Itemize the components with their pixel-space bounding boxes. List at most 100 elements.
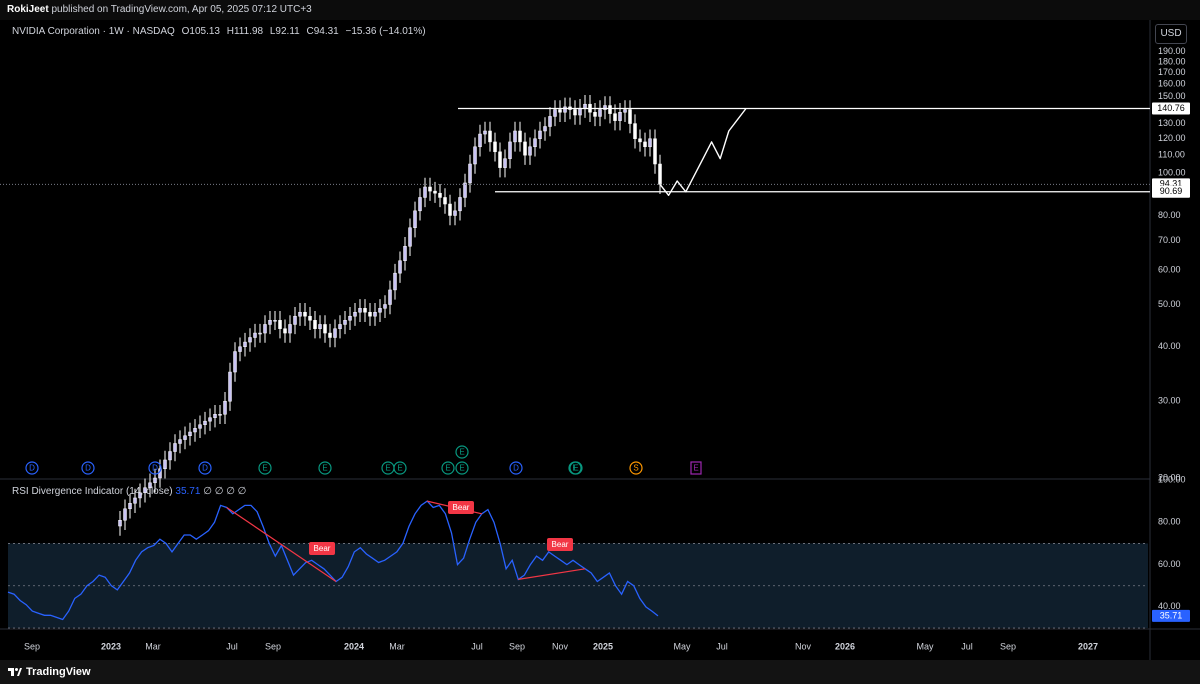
candle-body	[198, 424, 202, 429]
time-tick-label: 2023	[101, 641, 121, 651]
tradingview-logo-icon[interactable]	[8, 665, 22, 679]
candle-body	[183, 435, 187, 440]
footer-brand[interactable]: TradingView	[26, 660, 91, 684]
price-label: 140.76	[1157, 103, 1185, 113]
time-tick-label: Nov	[795, 641, 812, 651]
currency-button[interactable]: USD	[1155, 24, 1187, 44]
time-tick-label: May	[673, 641, 691, 651]
event-marker-letter: E	[385, 464, 390, 473]
time-tick-label: Jul	[716, 641, 728, 651]
candle-body	[288, 324, 292, 334]
candle-body	[243, 341, 247, 348]
candle-body	[263, 324, 267, 334]
price-tick-label: 150.00	[1158, 91, 1186, 101]
event-marker-letter: E	[262, 464, 267, 473]
candle-body	[168, 451, 172, 461]
candle-body	[273, 320, 277, 322]
candle-body	[608, 105, 612, 114]
time-tick-label: May	[916, 641, 934, 651]
event-marker-letter: E	[322, 464, 327, 473]
candle-body	[258, 332, 262, 335]
candle-body	[563, 106, 567, 113]
time-tick-label: Mar	[145, 641, 161, 651]
time-tick-label: 2026	[835, 641, 855, 651]
candle-body	[348, 315, 352, 321]
candle-body	[618, 112, 622, 121]
rsi-tick-label: 60.00	[1158, 559, 1181, 569]
candle-body	[173, 443, 177, 452]
candle-body	[418, 197, 422, 212]
chart-canvas[interactable]: 20.0030.0040.0050.0060.0070.0080.0090.00…	[0, 0, 1200, 684]
price-tick-label: 120.00	[1158, 133, 1186, 143]
price-tick-label: 170.00	[1158, 67, 1186, 77]
time-tick-label: Jul	[961, 641, 973, 651]
price-tick-label: 180.00	[1158, 56, 1186, 66]
candle-body	[548, 116, 552, 127]
candle-body	[298, 311, 302, 317]
publisher-name[interactable]: RokiJeet	[7, 4, 49, 15]
time-tick-label: 2025	[593, 641, 613, 651]
event-marker-letter: E	[445, 464, 450, 473]
candle-body	[613, 113, 617, 121]
candle-body	[283, 328, 287, 334]
event-marker-letter: E	[693, 464, 698, 473]
candle-body	[458, 197, 462, 212]
price-tick-label: 30.00	[1158, 396, 1181, 406]
candle-body	[533, 138, 537, 148]
event-marker-letter: D	[513, 464, 519, 473]
candle-body	[538, 130, 542, 139]
candle-body	[308, 315, 312, 321]
bear-label: Bear	[314, 544, 331, 553]
candle-body	[353, 311, 357, 317]
time-tick-label: Jul	[471, 641, 483, 651]
candle-body	[203, 420, 207, 425]
price-tick-label: 190.00	[1158, 46, 1186, 56]
candle-body	[388, 289, 392, 305]
bear-label: Bear	[453, 503, 470, 512]
rsi-tick-label: 100.00	[1158, 474, 1186, 484]
event-marker-letter: D	[152, 464, 158, 473]
candle-body	[393, 272, 397, 291]
candle-body	[468, 163, 472, 184]
price-label: 90.69	[1160, 186, 1183, 196]
candle-body	[188, 431, 192, 436]
ohlc-high: H111.98	[226, 26, 264, 37]
candle-body	[238, 346, 242, 352]
rsi-title[interactable]: RSI Divergence Indicator (14, close)	[12, 486, 173, 497]
ohlc-open: O105.13	[181, 26, 220, 37]
candle-body	[233, 351, 237, 373]
candle-body	[153, 477, 157, 484]
rsi-value: 35.71	[175, 486, 201, 497]
candle-body	[503, 158, 507, 168]
candle-body	[163, 459, 167, 470]
time-tick-label: Mar	[389, 641, 405, 651]
candle-body	[598, 109, 602, 117]
candle-body	[638, 138, 642, 143]
time-tick-label: Sep	[24, 641, 40, 651]
time-tick-label: Nov	[552, 641, 569, 651]
candle-body	[498, 151, 502, 168]
candle-body	[578, 107, 582, 116]
candle-body	[218, 414, 222, 416]
candle-body	[463, 182, 467, 198]
candle-body	[343, 320, 347, 325]
candle-body	[428, 186, 432, 192]
candle-body	[368, 311, 372, 317]
candle-body	[593, 112, 597, 117]
event-marker-letter: E	[459, 464, 464, 473]
candle-body	[423, 186, 427, 198]
candle-body	[213, 414, 217, 418]
candle-body	[378, 308, 382, 313]
candle-body	[363, 308, 367, 313]
symbol-title[interactable]: NVIDIA Corporation · 1W · NASDAQ	[12, 26, 175, 37]
candle-body	[413, 210, 417, 228]
candle-body	[338, 324, 342, 329]
candle-body	[408, 227, 412, 247]
candle-body	[443, 197, 447, 205]
event-marker-letter: E	[459, 448, 464, 457]
projection-drawing[interactable]	[659, 108, 747, 196]
candle-body	[228, 371, 232, 402]
candle-body	[633, 123, 637, 139]
candle-body	[583, 103, 587, 109]
price-tick-label: 50.00	[1158, 299, 1181, 309]
